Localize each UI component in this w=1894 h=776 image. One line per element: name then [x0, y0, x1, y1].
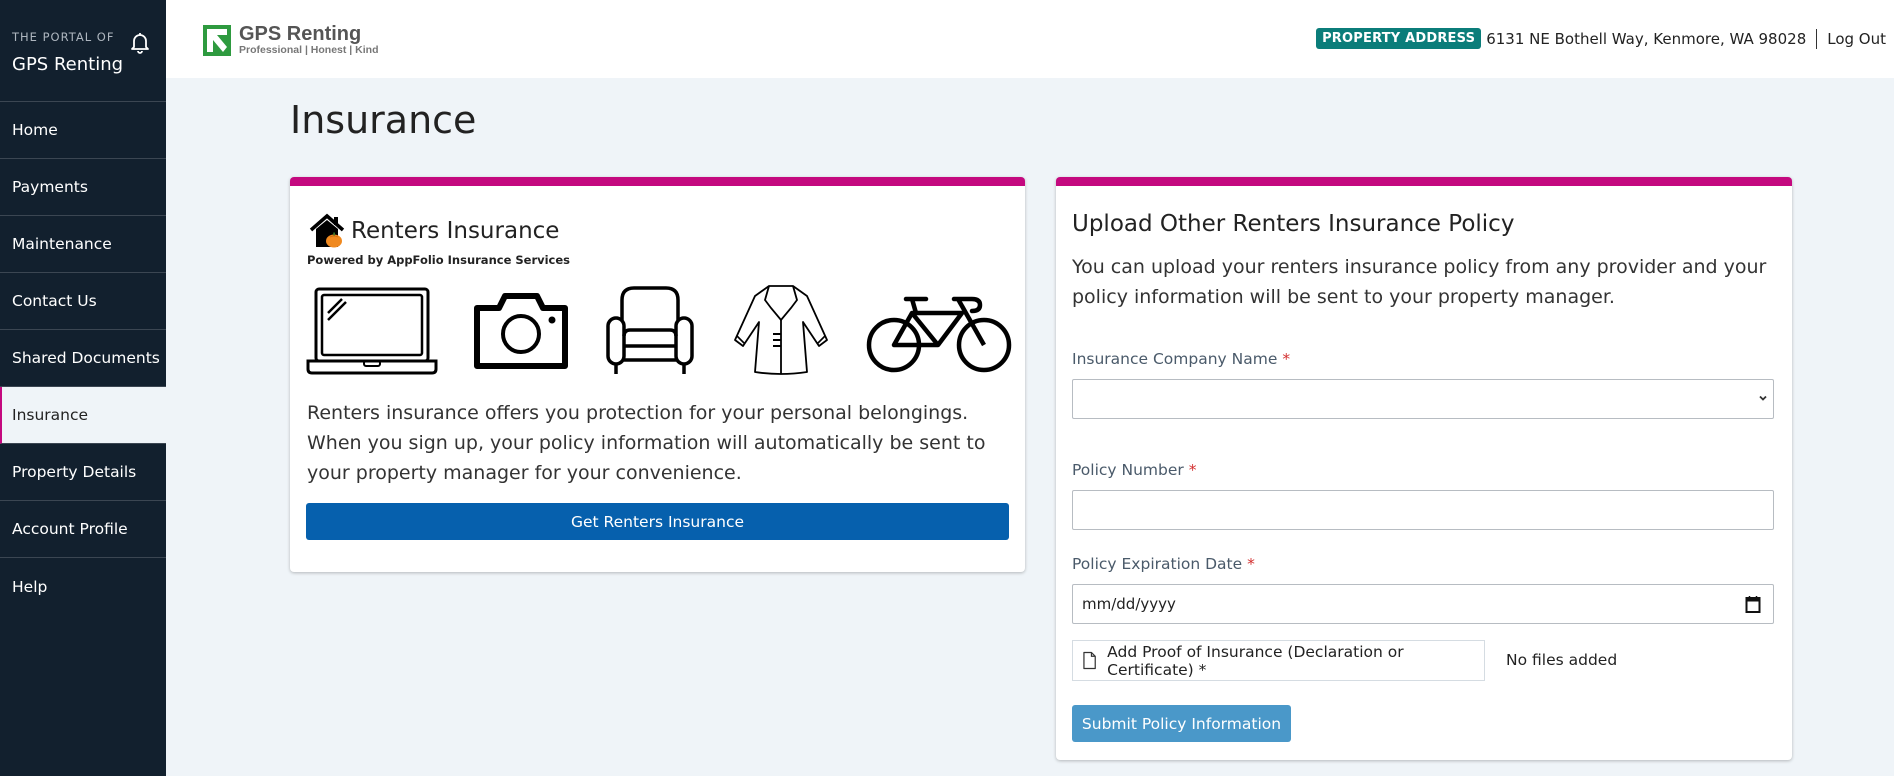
property-address-badge: PROPERTY ADDRESS [1316, 28, 1482, 49]
sidebar-item-home[interactable]: Home [0, 102, 166, 159]
camera-icon [474, 293, 568, 369]
page-title: Insurance [290, 98, 477, 142]
sidebar-item-property-details[interactable]: Property Details [0, 444, 166, 501]
sidebar-item-label: Insurance [12, 406, 89, 424]
property-address: 6131 NE Bothell Way, Kenmore, WA 98028 [1486, 29, 1807, 48]
company-name-label-text: Insurance Company Name [1072, 350, 1278, 368]
sidebar-item-account-profile[interactable]: Account Profile [0, 501, 166, 558]
upload-policy-card: Upload Other Renters Insurance Policy Yo… [1056, 177, 1792, 760]
house-icon [309, 213, 345, 248]
logout-link[interactable]: Log Out [1827, 30, 1886, 48]
date-placeholder: mm/dd/yyyy [1082, 595, 1176, 613]
portal-name: GPS Renting [12, 54, 124, 75]
sidebar-item-label: Property Details [12, 463, 137, 481]
sidebar-item-help[interactable]: Help [0, 558, 166, 615]
add-proof-of-insurance-button[interactable]: Add Proof of Insurance (Declaration or C… [1072, 640, 1485, 681]
bell-icon[interactable] [128, 30, 152, 54]
top-header: GPS Renting Professional | Honest | Kind… [166, 0, 1894, 78]
bicycle-icon [866, 296, 1012, 373]
insurance-company-select[interactable] [1072, 379, 1774, 419]
renters-insurance-heading: Renters Insurance [309, 213, 559, 249]
sidebar-item-label: Home [12, 121, 58, 139]
upload-policy-description: You can upload your renters insurance po… [1072, 256, 1767, 308]
expiration-date-label-text: Policy Expiration Date [1072, 555, 1243, 573]
chevron-down-icon [1759, 395, 1767, 401]
required-marker: * [1188, 461, 1197, 479]
sidebar-item-label: Account Profile [12, 520, 128, 538]
header-divider [1816, 28, 1818, 49]
sidebar-item-contact-us[interactable]: Contact Us [0, 273, 166, 330]
armchair-icon [606, 286, 694, 374]
sidebar: THE PORTAL OF GPS Renting Home Payments … [0, 0, 166, 776]
expiration-date-input[interactable]: mm/dd/yyyy [1072, 584, 1774, 624]
policy-number-input[interactable] [1072, 490, 1774, 530]
renters-insurance-card: Renters Insurance Powered by AppFolio In… [290, 177, 1025, 572]
powered-by-text: Powered by AppFolio Insurance Services [307, 253, 571, 267]
header-right: PROPERTY ADDRESS 6131 NE Bothell Way, Ke… [1316, 28, 1886, 49]
sidebar-item-label: Maintenance [12, 235, 112, 253]
upload-policy-title: Upload Other Renters Insurance Policy [1072, 211, 1515, 237]
expiration-date-label: Policy Expiration Date * [1072, 555, 1255, 573]
sidebar-item-insurance[interactable]: Insurance [0, 387, 166, 444]
company-logo[interactable]: GPS Renting Professional | Honest | Kind [203, 24, 378, 56]
renters-insurance-description: Renters insurance offers you protection … [307, 402, 986, 484]
required-marker: * [1247, 555, 1255, 573]
submit-policy-button[interactable]: Submit Policy Information [1072, 705, 1291, 742]
logo-name: GPS Renting [239, 23, 362, 45]
laptop-icon [306, 287, 438, 375]
add-proof-label: Add Proof of Insurance (Declaration or C… [1107, 642, 1404, 679]
sidebar-item-label: Shared Documents [12, 349, 160, 367]
required-marker: * [1282, 350, 1291, 368]
belongings-illustrations [306, 282, 1012, 378]
sidebar-item-label: Payments [12, 178, 88, 196]
sidebar-item-shared-documents[interactable]: Shared Documents [0, 330, 166, 387]
policy-number-label: Policy Number * [1072, 461, 1196, 479]
company-name-label: Insurance Company Name * [1072, 350, 1290, 368]
sidebar-header: THE PORTAL OF GPS Renting [0, 0, 166, 102]
file-status: No files added [1506, 651, 1618, 669]
sidebar-item-label: Help [12, 577, 48, 596]
sidebar-item-label: Contact Us [12, 292, 97, 310]
sidebar-item-payments[interactable]: Payments [0, 159, 166, 216]
logo-arrow-icon [203, 24, 231, 56]
logo-tagline: Professional | Honest | Kind [239, 44, 379, 56]
file-icon [1083, 651, 1096, 670]
calendar-icon[interactable] [1745, 594, 1761, 614]
renters-insurance-title: Renters Insurance [351, 218, 560, 244]
get-renters-insurance-button[interactable]: Get Renters Insurance [306, 503, 1009, 540]
policy-number-label-text: Policy Number [1072, 461, 1184, 479]
sidebar-item-maintenance[interactable]: Maintenance [0, 216, 166, 273]
coat-icon [734, 285, 828, 375]
